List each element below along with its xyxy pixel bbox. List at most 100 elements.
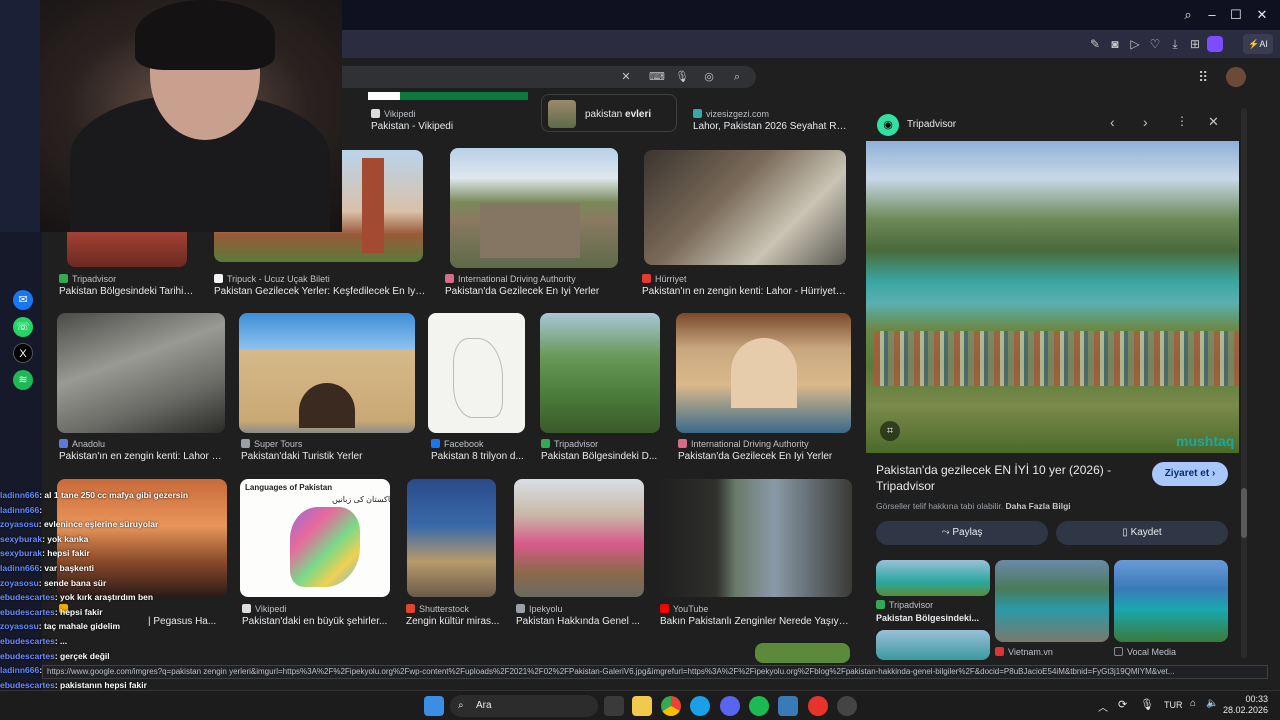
image-source: Super Tours xyxy=(241,439,391,449)
app-icon[interactable] xyxy=(778,696,798,716)
x-twitter-icon[interactable]: X xyxy=(13,343,33,363)
preview-image[interactable]: mushtaq ⌗ xyxy=(866,141,1239,453)
image-title[interactable]: Pakistan'ın en zengin kenti: Lahor - ... xyxy=(59,451,224,462)
panel-scrollbar[interactable] xyxy=(1241,108,1247,658)
image-thumbnail[interactable] xyxy=(407,479,496,597)
extensions-icon[interactable]: ⊞ xyxy=(1186,30,1204,58)
related-image[interactable] xyxy=(876,560,990,596)
keyboard-icon[interactable]: ⌨ xyxy=(647,66,667,88)
clear-icon[interactable]: ✕ xyxy=(616,66,636,88)
camera-icon[interactable]: ◙ xyxy=(1106,30,1124,58)
image-title[interactable]: Pakistan'daki Turistik Yerler xyxy=(241,451,416,462)
microphone-tray-icon[interactable]: 🎙 xyxy=(1140,698,1154,711)
language-indicator[interactable]: TUR xyxy=(1164,700,1183,710)
google-lens-icon[interactable]: ⌗ xyxy=(880,421,900,441)
tray-chevron-icon[interactable]: ︿ xyxy=(1098,699,1108,714)
edge-icon[interactable] xyxy=(690,696,710,716)
image-thumbnail[interactable] xyxy=(57,313,225,433)
share-icon: ⤳ xyxy=(941,527,950,538)
lens-icon[interactable]: ◎ xyxy=(699,66,719,88)
tray-app-icon[interactable]: ⟳ xyxy=(1118,698,1127,711)
volume-icon[interactable]: 🔈 xyxy=(1206,698,1218,709)
image-title[interactable]: Bakın Pakistanlı Zenginler Nerede Yaşıyo… xyxy=(660,616,850,627)
play-icon[interactable]: ▷ xyxy=(1126,30,1144,58)
previous-icon[interactable]: ‹ xyxy=(1110,114,1115,130)
image-thumbnail[interactable] xyxy=(514,479,644,597)
close-panel-icon[interactable]: ✕ xyxy=(1208,114,1219,130)
image-title[interactable]: Pakistan - Vikipedi xyxy=(371,121,531,132)
image-thumbnail[interactable] xyxy=(239,313,415,433)
image-thumbnail[interactable] xyxy=(540,313,660,433)
close-window-button[interactable]: ✕ xyxy=(1250,0,1274,30)
image-thumbnail[interactable] xyxy=(450,148,618,268)
start-icon[interactable] xyxy=(424,696,444,716)
image-source: Anadolu xyxy=(59,439,209,449)
ai-button[interactable]: ⚡AI xyxy=(1243,34,1273,54)
spotify-icon[interactable]: ≋ xyxy=(13,370,33,390)
next-icon[interactable]: › xyxy=(1143,114,1148,130)
file-explorer-icon[interactable] xyxy=(632,696,652,716)
taskbar-search[interactable]: ⌕ Ara xyxy=(450,695,598,717)
clock-date: 28.02.2026 xyxy=(1222,705,1268,715)
visit-button[interactable]: Ziyaret et › xyxy=(1152,462,1228,486)
pakistan-flag-thumb[interactable] xyxy=(368,92,528,100)
microphone-icon[interactable]: 🎙 xyxy=(672,66,692,88)
related-image[interactable] xyxy=(876,630,990,660)
image-title[interactable]: Pakistan'daki en büyük şehirler... xyxy=(242,616,392,627)
download-icon[interactable]: ⤓ xyxy=(1166,30,1184,58)
save-button[interactable]: ▯ Kaydet xyxy=(1056,521,1228,545)
image-title[interactable]: Zengin kültür miras... xyxy=(406,616,501,627)
discord-icon[interactable] xyxy=(720,696,740,716)
image-title[interactable]: Pakistan 8 trilyon d... xyxy=(431,451,527,462)
network-icon[interactable]: ⌂ xyxy=(1190,698,1196,709)
image-title[interactable]: Pakistan Bölgesindeki Tarihi ... xyxy=(59,286,194,297)
image-thumbnail[interactable] xyxy=(658,479,852,597)
related-image[interactable] xyxy=(995,560,1109,642)
related-search-chip[interactable]: pakistan evleri xyxy=(541,94,677,132)
image-thumbnail[interactable] xyxy=(755,643,850,663)
image-source: Facebook xyxy=(431,439,531,449)
image-title[interactable]: Lahor, Pakistan 2026 Seyahat Re... xyxy=(693,121,848,132)
panel-source[interactable]: Tripadvisor xyxy=(907,119,956,130)
obs-icon[interactable] xyxy=(837,696,857,716)
image-title[interactable]: Pakistan Bölgesindeki D... xyxy=(541,451,661,462)
search-tabs-icon[interactable]: ⌕ xyxy=(1176,0,1200,30)
profile-icon[interactable] xyxy=(1207,36,1223,52)
minimize-button[interactable]: – xyxy=(1200,0,1224,30)
learn-more-link[interactable]: Daha Fazla Bilgi xyxy=(1005,501,1070,511)
image-source: Tripuck - Ucuz Uçak Bileti xyxy=(214,274,414,284)
image-title[interactable]: Pakistan'da Gezilecek En İyi Yerler xyxy=(678,451,850,462)
heart-icon[interactable]: ♡ xyxy=(1146,30,1164,58)
clock[interactable]: 00:33 28.02.2026 xyxy=(1220,694,1268,716)
search-icon: ⌕ xyxy=(458,700,464,711)
apps-grid-icon[interactable]: ⠿ xyxy=(1198,69,1214,85)
more-options-icon[interactable]: ⋮ xyxy=(1176,114,1188,128)
related-source: Vietnam.vn xyxy=(995,647,1109,657)
maximize-button[interactable]: ☐ xyxy=(1224,0,1248,30)
scrollbar-thumb[interactable] xyxy=(1241,488,1247,538)
image-thumbnail[interactable] xyxy=(676,313,851,433)
image-title[interactable]: Pakistan'da Gezilecek En İyi Yerler xyxy=(445,286,635,297)
opera-icon[interactable] xyxy=(808,696,828,716)
spotify-taskbar-icon[interactable] xyxy=(749,696,769,716)
search-icon[interactable]: ⌕ xyxy=(727,66,747,88)
task-view-icon[interactable] xyxy=(604,696,624,716)
share-button[interactable]: ⤳ Paylaş xyxy=(876,521,1048,545)
image-source: vizesizgezi.com xyxy=(693,109,843,119)
image-title[interactable]: Pakistan Hakkında Genel ... xyxy=(516,616,644,627)
image-title[interactable]: Pakistan'ın en zengin kenti: Lahor - Hür… xyxy=(642,286,848,297)
related-title[interactable]: Pakistan Bölgesindeki... xyxy=(876,613,990,623)
image-thumbnail[interactable] xyxy=(428,313,525,433)
related-image[interactable] xyxy=(1114,560,1228,642)
messenger-icon[interactable]: ✉ xyxy=(13,290,33,310)
edit-icon[interactable]: ✎ xyxy=(1086,30,1104,58)
image-thumbnail[interactable] xyxy=(644,150,846,265)
chrome-icon[interactable] xyxy=(661,696,681,716)
panel-title[interactable]: Pakistan'da gezilecek EN İYİ 10 yer (202… xyxy=(876,462,1136,494)
whatsapp-icon[interactable]: ☏ xyxy=(13,317,33,337)
image-title[interactable]: Pakistan Gezilecek Yerler: Keşfedilecek … xyxy=(214,286,426,297)
search-input[interactable]: ✕ ⌨ 🎙 ◎ ⌕ xyxy=(342,66,756,88)
minaret-shape xyxy=(362,158,384,253)
image-thumbnail[interactable]: Languages of Pakistan پاکستان کی زبانیں xyxy=(240,479,390,597)
avatar[interactable] xyxy=(1226,67,1246,87)
